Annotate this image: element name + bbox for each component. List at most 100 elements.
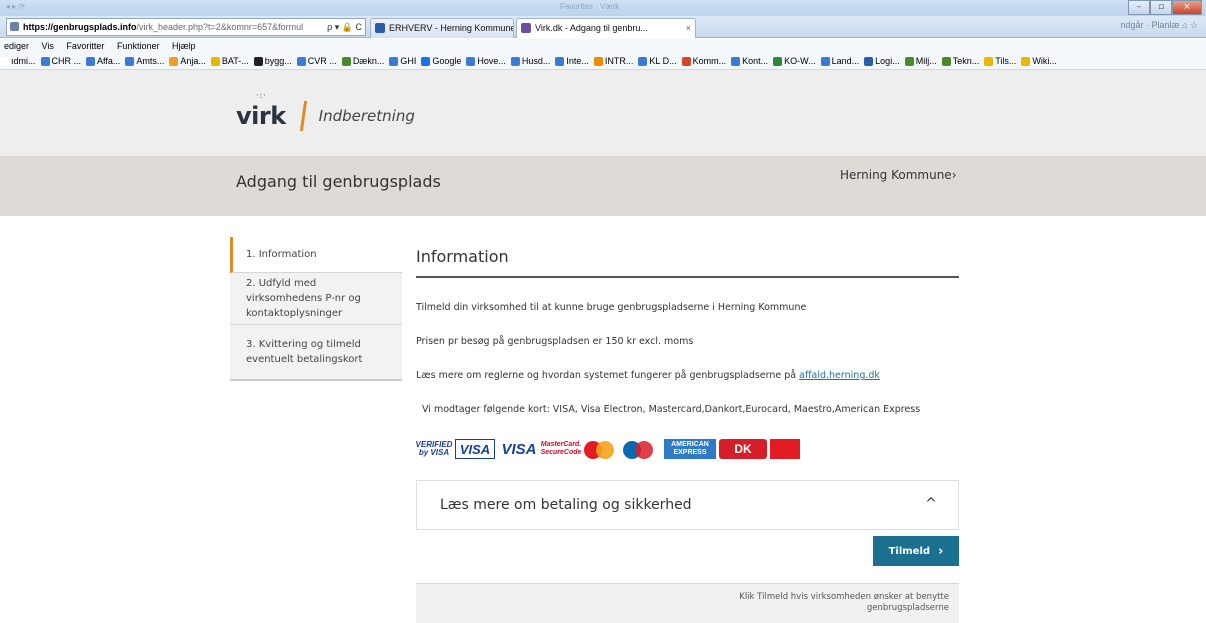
favorite-label: Inte... [566, 55, 589, 66]
payment-card-logos: VERIFIED by VISA VISA VISA MasterCard. S… [416, 438, 803, 460]
browser-navbar: https://genbrugsplads.info/virk_header.p… [0, 16, 1206, 38]
favorite-label: Kont... [742, 55, 769, 66]
mastercard-logo [582, 439, 618, 459]
favorite-label: Hove... [477, 55, 506, 66]
payment-security-accordion[interactable]: Læs mere om betaling og sikkerhed ^ [416, 480, 959, 530]
favorite-label: BAT-... [221, 55, 249, 66]
favorite-item[interactable]: INTR... [593, 53, 634, 69]
favorite-item[interactable]: Komm... [681, 53, 726, 69]
tab-virk[interactable]: Virk.dk - Adgang til genbru... × [516, 18, 696, 38]
menu-item-hjaelp[interactable]: Hjælp [172, 41, 196, 51]
favorite-icon [731, 56, 741, 66]
rules-text: Læs mere om reglerne og hvordan systemet… [416, 370, 880, 381]
address-bar[interactable]: https://genbrugsplads.info/virk_header.p… [6, 18, 366, 36]
tilmeld-button[interactable]: Tilmeld › [873, 536, 959, 566]
kommune-link[interactable]: Herning Kommune› [840, 168, 957, 182]
chevron-right-icon: › [938, 543, 944, 559]
favorite-item[interactable]: bygg... [253, 53, 292, 69]
favorite-item[interactable]: GHI [389, 53, 416, 69]
step-udfyld[interactable]: 2. Udfyld med virksomhedens P-nr og kont… [230, 273, 402, 325]
favorite-item[interactable]: Affa... [86, 53, 120, 69]
steps-sidebar: 1. Information 2. Udfyld med virksomhede… [230, 237, 402, 381]
favorite-item[interactable]: ıdmi... [0, 53, 36, 69]
window-controls: – ▫ × [1128, 0, 1202, 16]
menu-item-vis[interactable]: Vis [42, 41, 54, 51]
favorite-item[interactable]: KL D... [638, 53, 677, 69]
favorite-icon [984, 56, 994, 66]
browser-user-area[interactable]: ndgår · Planlæ ⌂ ☆ [1120, 20, 1198, 31]
restore-icon[interactable]: ▫ [1150, 0, 1172, 15]
favorite-icon [125, 56, 135, 66]
favorite-label: KO-W... [784, 55, 816, 66]
menu-item-funktioner[interactable]: Funktioner [117, 41, 160, 51]
favorite-item[interactable]: Anja... [169, 53, 206, 69]
favorite-label: Dækn... [352, 55, 385, 66]
favorite-icon [421, 56, 431, 66]
menu-item-rediger[interactable]: ediger [4, 41, 29, 51]
window-title: Favorites · Værk [560, 2, 620, 11]
address-tools-icons[interactable]: ρ ▾ 🔒 C [327, 19, 362, 35]
favorite-icon [904, 56, 914, 66]
favorite-item[interactable]: Hove... [466, 53, 506, 69]
favorite-item[interactable]: Inte... [555, 53, 589, 69]
step-label: 1. Information [246, 249, 317, 260]
rules-text-body: Læs mere om reglerne og hvordan systemet… [416, 370, 800, 381]
favorite-item[interactable]: Land... [820, 53, 859, 69]
logo-text: virk [236, 102, 286, 130]
minimize-icon[interactable]: – [1128, 0, 1150, 15]
favorite-item[interactable]: Tekn... [941, 53, 979, 69]
favorite-item[interactable]: Husd... [510, 53, 550, 69]
maestro-logo [621, 439, 657, 459]
favorite-item[interactable]: Kont... [731, 53, 768, 69]
favorite-label: bygg... [264, 55, 292, 66]
favorite-label: Anja... [180, 55, 206, 66]
favorite-icon [169, 56, 179, 66]
favorite-icon [681, 56, 691, 66]
section-heading: Information [416, 242, 959, 278]
site-header: ·:· virk Indberetning [0, 70, 1206, 156]
footer-text: Klik Tilmeld hvis virksomheden ønsker at… [739, 592, 949, 613]
close-icon[interactable]: × [1172, 0, 1202, 15]
tab-erhverv[interactable]: ERHVERV - Herning Kommune [370, 18, 514, 38]
favorite-item[interactable]: Logi... [864, 53, 900, 69]
favorite-label: Google [432, 55, 462, 66]
virk-logo[interactable]: ·:· virk Indberetning [236, 92, 415, 134]
favorite-item[interactable]: Wiki... [1021, 53, 1057, 69]
address-host: https://genbrugsplads.info [23, 22, 137, 32]
favorite-icon [466, 56, 476, 66]
favorite-label: Milj... [915, 55, 937, 66]
main-content: Information Tilmeld din virksomhed til a… [416, 242, 959, 623]
favorite-icon [864, 56, 874, 66]
accordion-title: Læs mere om betaling og sikkerhed [440, 497, 692, 513]
favorite-icon [40, 56, 50, 66]
tab-favicon [375, 23, 385, 33]
favorite-item[interactable]: CVR ... [296, 53, 337, 69]
favorite-item[interactable]: KO-W... [773, 53, 816, 69]
tab-close-icon[interactable]: × [686, 19, 691, 37]
favorite-item[interactable]: Google [421, 53, 461, 69]
step-kvittering[interactable]: 3. Kvittering og tilmeld eventuelt betal… [230, 325, 402, 381]
favorite-icon [341, 56, 351, 66]
step-information[interactable]: 1. Information [230, 237, 402, 273]
step-label: 2. Udfyld med virksomhedens P-nr og kont… [246, 278, 361, 319]
verified-by-visa-logo: VERIFIED by VISA [416, 439, 453, 459]
favorite-icon [0, 56, 9, 66]
chevron-up-icon[interactable]: ^ [922, 495, 940, 513]
favorite-item[interactable]: BAT-... [210, 53, 249, 69]
american-express-logo: AMERICAN EXPRESS [664, 439, 716, 459]
favorite-item[interactable]: Tils... [984, 53, 1016, 69]
amex-bottom: EXPRESS [673, 449, 707, 456]
favorite-icon [253, 56, 263, 66]
favorite-label: INTR... [604, 55, 634, 66]
menu-item-favoritter[interactable]: Favoritter [66, 41, 104, 51]
affald-link[interactable]: affald.herning.dk [799, 370, 880, 381]
favorite-label: CHR ... [51, 55, 82, 66]
favorite-label: KL D... [649, 55, 677, 66]
favorite-icon [593, 56, 603, 66]
favorite-item[interactable]: Dækn... [341, 53, 385, 69]
favorite-item[interactable]: CHR ... [40, 53, 82, 69]
favorite-item[interactable]: Amts... [125, 53, 164, 69]
quick-access-icons: ◂ ▸ ⟳ [6, 2, 26, 11]
price-text: Prisen pr besøg på genbrugspladsen er 15… [416, 336, 694, 347]
favorite-item[interactable]: Milj... [904, 53, 937, 69]
